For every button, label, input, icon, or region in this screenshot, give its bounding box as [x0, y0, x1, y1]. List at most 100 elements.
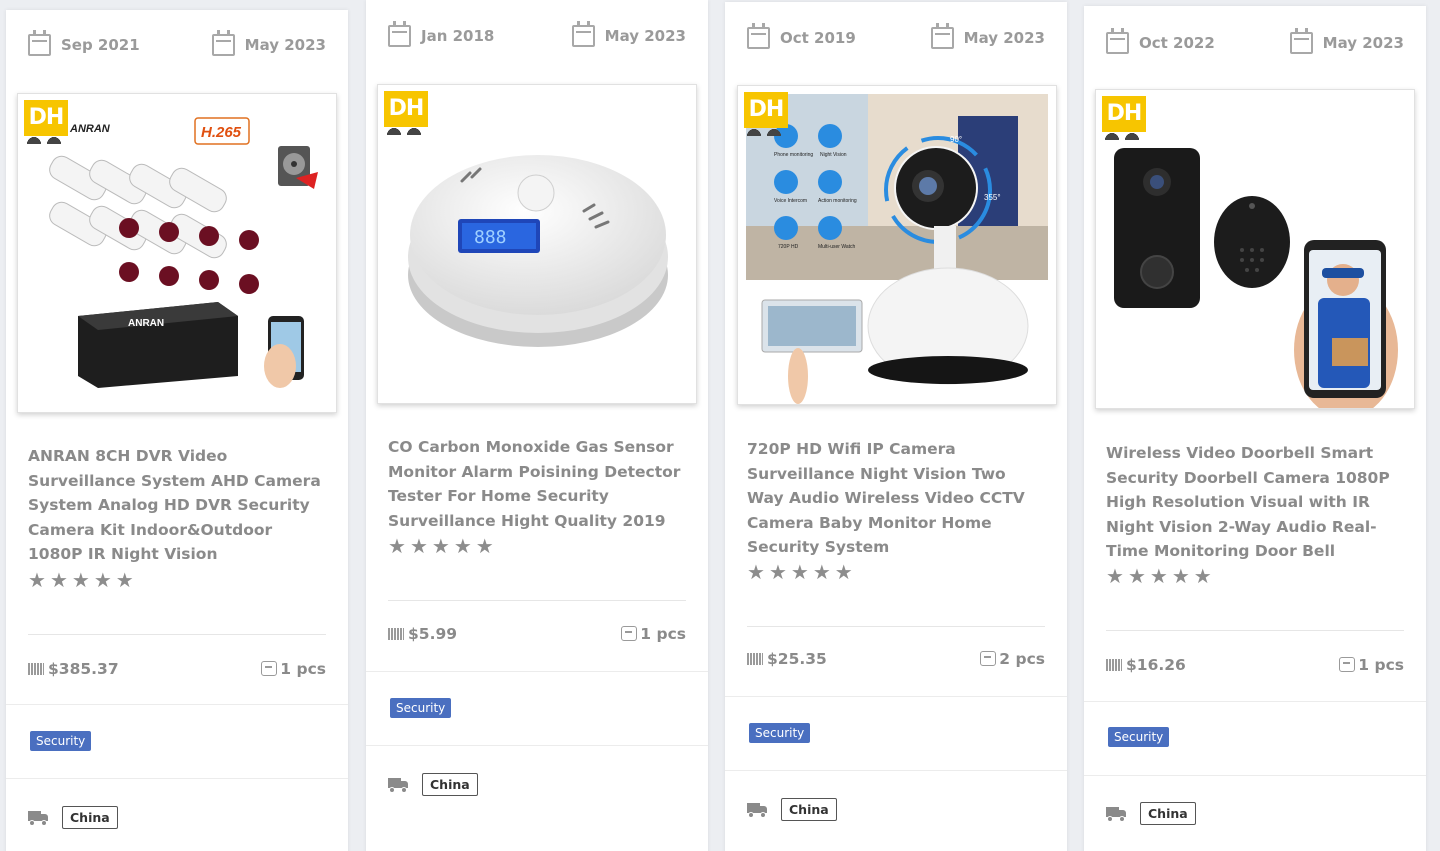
- price: $25.35: [747, 650, 827, 668]
- star-icon: ★: [790, 560, 809, 584]
- date-range: Sep 2021 May 2023: [6, 30, 348, 56]
- barcode-icon: [1106, 659, 1122, 671]
- date-from: Oct 2019: [747, 23, 856, 49]
- star-icon: ★: [475, 534, 494, 558]
- product-card-2[interactable]: Jan 2018 May 2023 DH 888 CO Carbon Monox…: [366, 0, 708, 851]
- divider: [747, 626, 1045, 627]
- rotation-label: 355°: [984, 193, 1001, 202]
- shipping-origin: China: [1106, 802, 1196, 825]
- product-card-4[interactable]: Oct 2022 May 2023 DH Wireless Video Door…: [1084, 6, 1426, 851]
- price: $5.99: [388, 625, 457, 643]
- codec-label: H.265: [201, 124, 242, 141]
- product-title[interactable]: 720P HD Wifi IP Camera Surveillance Nigh…: [747, 437, 1047, 560]
- rating-stars: ★ ★ ★ ★ ★: [747, 562, 853, 582]
- product-image[interactable]: DH Phone monitoring Night Vision Voice I…: [737, 85, 1057, 405]
- star-icon: ★: [747, 560, 765, 584]
- date-to: May 2023: [930, 23, 1045, 49]
- feature-label: 720P HD: [778, 244, 799, 250]
- shipping-origin: China: [747, 798, 837, 821]
- country-badge[interactable]: China: [781, 798, 837, 821]
- calendar-icon: [1289, 28, 1313, 54]
- package-icon: [1339, 657, 1356, 672]
- price-row: $16.26 1 pcs: [1106, 656, 1404, 674]
- dvr-brand-label: ANRAN: [128, 318, 164, 329]
- category-tag[interactable]: Security: [30, 731, 92, 751]
- truck-icon: [388, 777, 410, 793]
- dh-badge: DH: [1102, 96, 1146, 140]
- feature-label: Voice Intercom: [774, 198, 807, 204]
- divider: [6, 778, 348, 779]
- date-to: May 2023: [571, 21, 686, 47]
- product-image[interactable]: DH ANRAN H.265 ANRAN: [17, 93, 337, 413]
- truck-icon: [28, 810, 50, 826]
- calendar-icon: [28, 30, 51, 56]
- country-badge[interactable]: China: [62, 806, 118, 829]
- product-image[interactable]: DH: [1095, 89, 1415, 409]
- country-badge[interactable]: China: [422, 773, 478, 796]
- divider: [1084, 701, 1426, 702]
- barcode-icon: [28, 663, 44, 675]
- star-icon: ★: [1127, 564, 1146, 588]
- feature-label: Multi-user Watch: [818, 244, 856, 250]
- divider: [366, 745, 708, 746]
- date-from: Sep 2021: [28, 30, 140, 56]
- category-tag[interactable]: Security: [1108, 727, 1170, 747]
- star-icon: ★: [812, 560, 831, 584]
- feature-label: Phone monitoring: [774, 152, 813, 158]
- package-icon: [261, 661, 278, 676]
- star-icon: ★: [71, 568, 90, 592]
- brand-label: ANRAN: [69, 123, 111, 135]
- lcd-readout: 888: [474, 227, 507, 248]
- star-icon: ★: [1106, 564, 1124, 588]
- divider: [388, 600, 686, 601]
- product-card-3[interactable]: Oct 2019 May 2023 DH Phone monitoring Ni…: [725, 2, 1067, 851]
- star-icon: ★: [1149, 564, 1168, 588]
- shipping-origin: China: [388, 773, 478, 796]
- calendar-icon: [388, 21, 411, 47]
- date-range: Jan 2018 May 2023: [366, 21, 708, 47]
- truck-icon: [1106, 806, 1128, 822]
- star-icon: ★: [28, 568, 46, 592]
- rating-stars: ★ ★ ★ ★ ★: [1106, 566, 1212, 586]
- price-row: $5.99 1 pcs: [388, 625, 686, 643]
- divider: [28, 634, 326, 635]
- price-row: $385.37 1 pcs: [28, 660, 326, 678]
- date-to: May 2023: [211, 30, 326, 56]
- product-title[interactable]: CO Carbon Monoxide Gas Sensor Monitor Al…: [388, 435, 688, 533]
- package-icon: [621, 626, 638, 641]
- barcode-icon: [747, 653, 763, 665]
- calendar-icon: [211, 30, 235, 56]
- divider: [725, 696, 1067, 697]
- star-icon: ★: [93, 568, 112, 592]
- quantity: 1 pcs: [621, 625, 686, 643]
- calendar-icon: [571, 21, 595, 47]
- product-title[interactable]: Wireless Video Doorbell Smart Security D…: [1106, 441, 1406, 564]
- divider: [1106, 630, 1404, 631]
- divider: [725, 770, 1067, 771]
- truck-icon: [747, 802, 769, 818]
- dh-badge: DH: [384, 91, 428, 135]
- product-card-1[interactable]: Sep 2021 May 2023 DH ANRAN H.265 ANRAN A…: [6, 10, 348, 851]
- product-title[interactable]: ANRAN 8CH DVR Video Surveillance System …: [28, 444, 328, 567]
- star-icon: ★: [453, 534, 472, 558]
- price-row: $25.35 2 pcs: [747, 650, 1045, 668]
- star-icon: ★: [431, 534, 450, 558]
- country-badge[interactable]: China: [1140, 802, 1196, 825]
- calendar-icon: [747, 23, 770, 49]
- calendar-icon: [1106, 28, 1129, 54]
- quantity: 1 pcs: [261, 660, 326, 678]
- star-icon: ★: [115, 568, 134, 592]
- category-tag[interactable]: Security: [390, 698, 452, 718]
- divider: [1084, 775, 1426, 776]
- quantity: 1 pcs: [1339, 656, 1404, 674]
- date-from: Oct 2022: [1106, 28, 1215, 54]
- feature-label: Action monitoring: [818, 198, 857, 204]
- price: $385.37: [28, 660, 119, 678]
- star-icon: ★: [388, 534, 406, 558]
- product-image[interactable]: DH 888: [377, 84, 697, 404]
- category-tag[interactable]: Security: [749, 723, 811, 743]
- divider: [366, 671, 708, 672]
- barcode-icon: [388, 628, 404, 640]
- divider: [6, 704, 348, 705]
- dh-badge: DH: [24, 100, 68, 144]
